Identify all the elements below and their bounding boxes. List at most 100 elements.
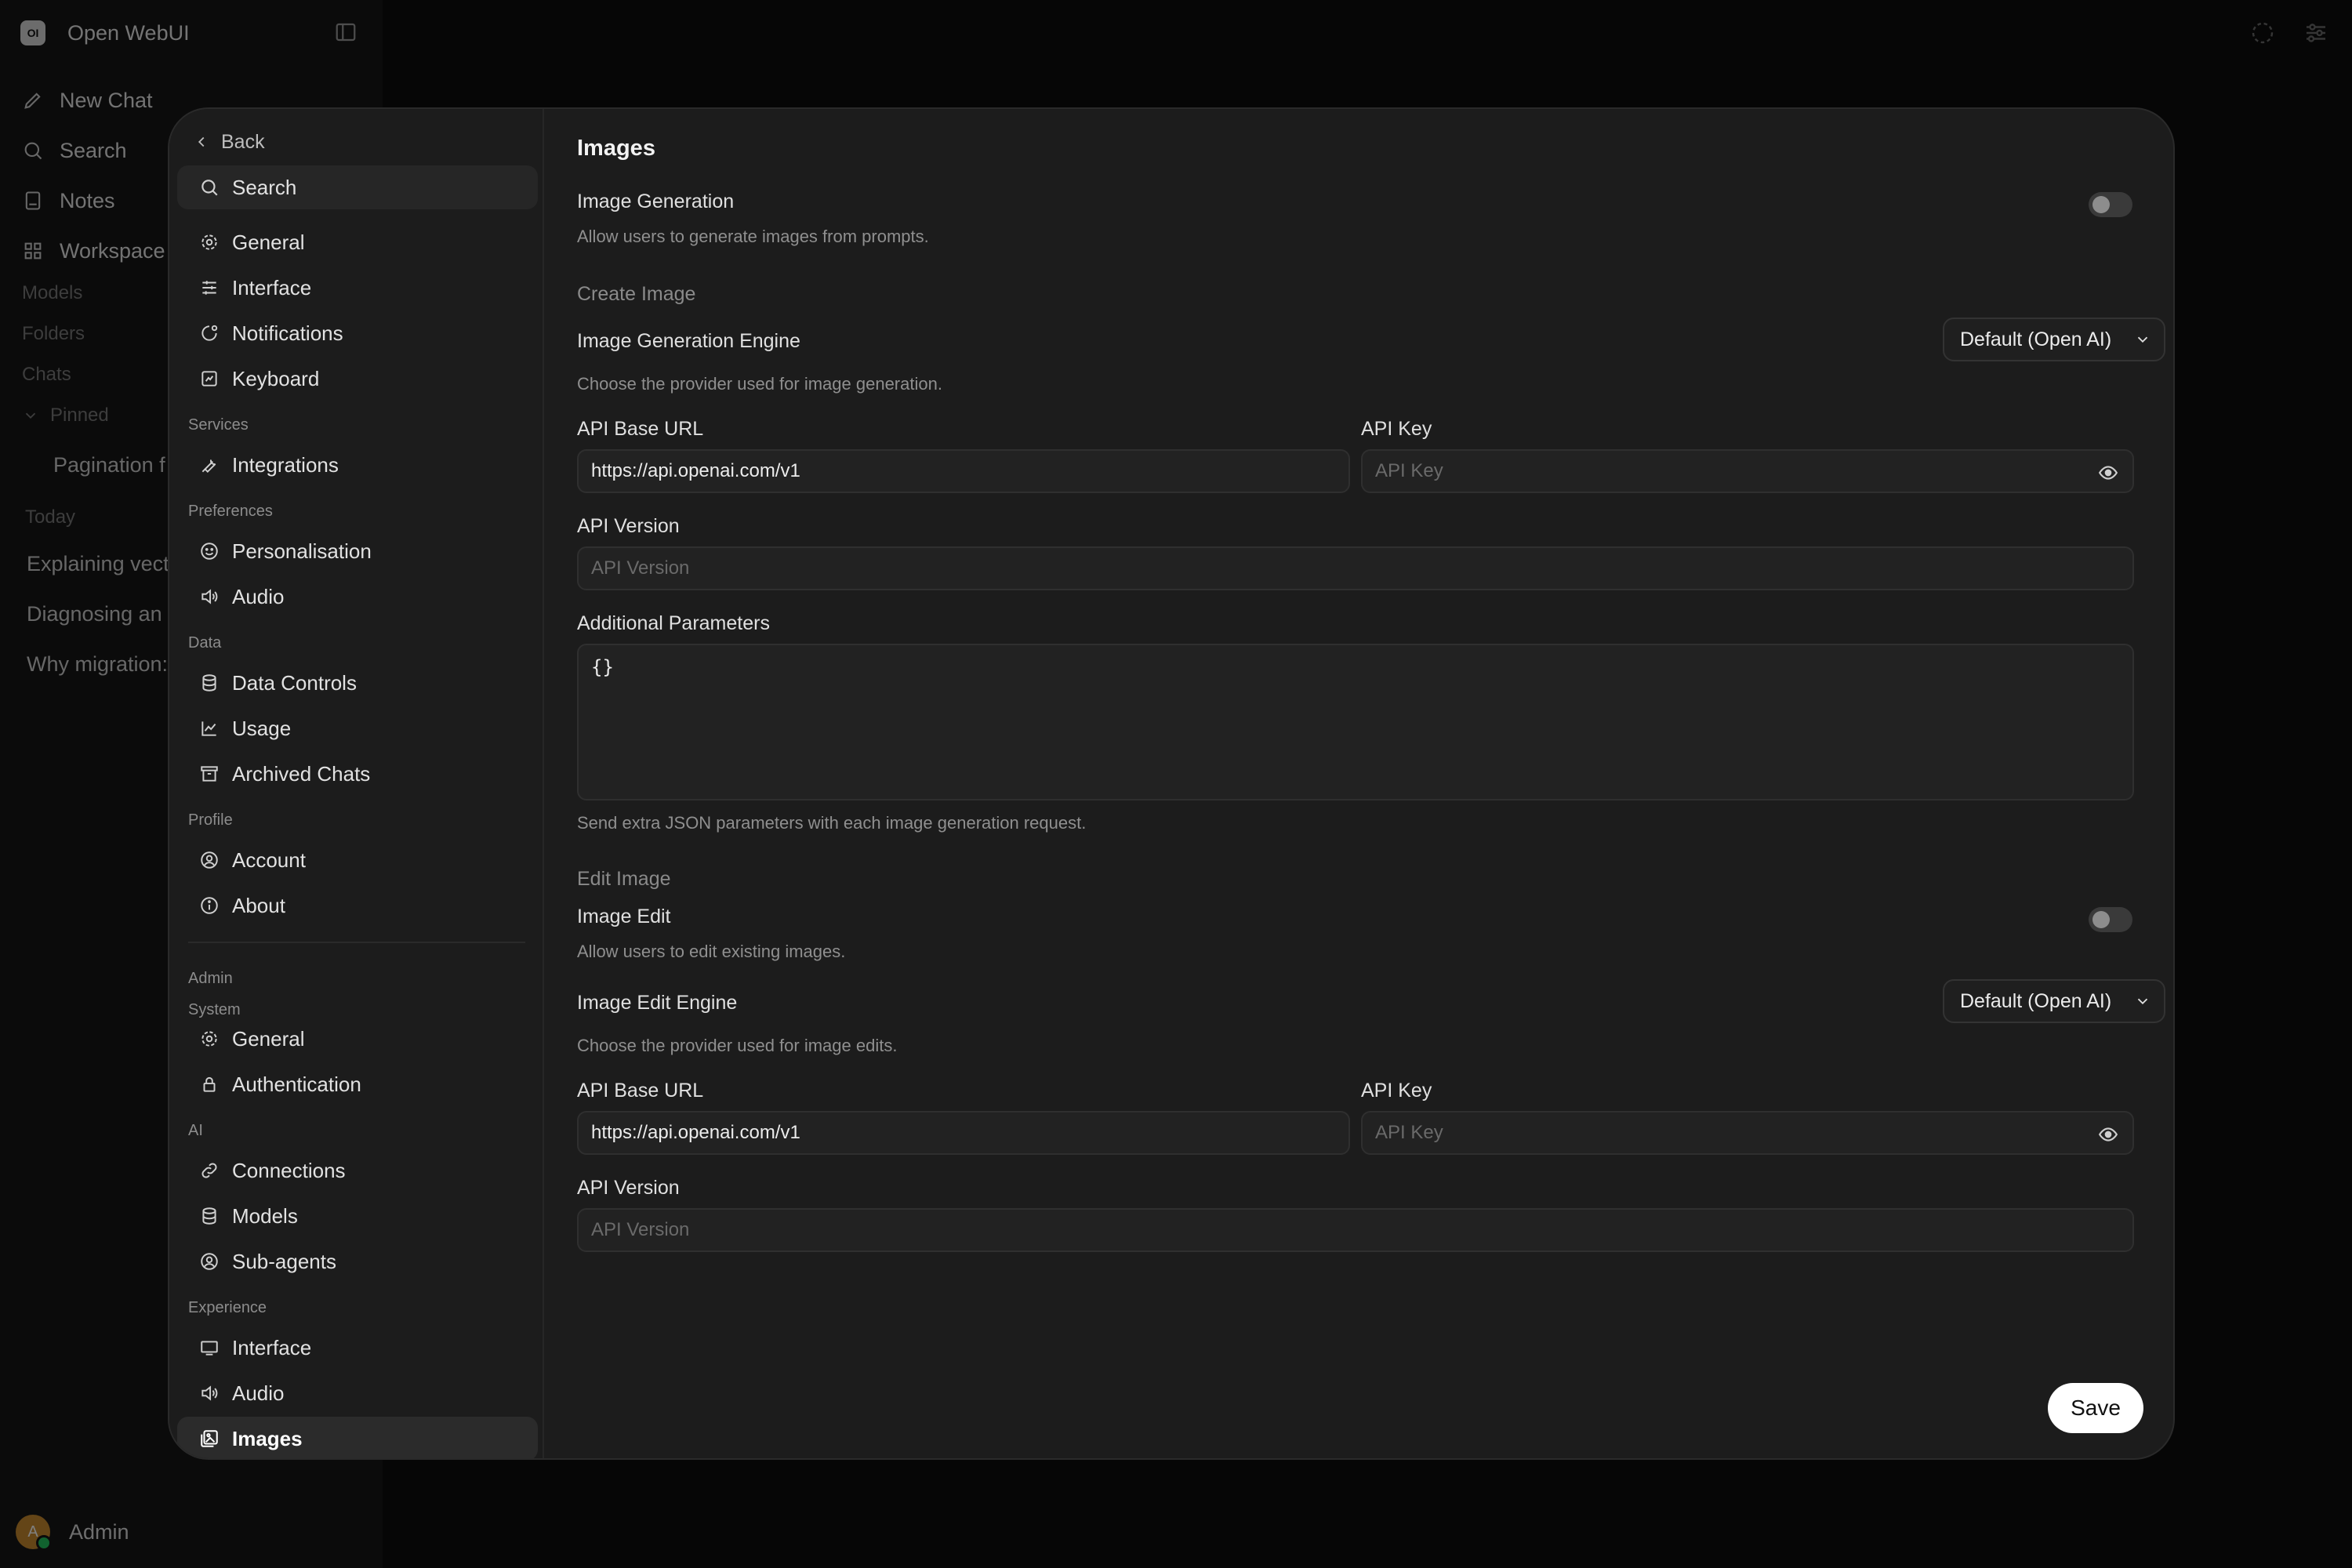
nav-item-general[interactable]: General: [177, 220, 538, 264]
edit-api-key-label: API Key: [1361, 1080, 1432, 1102]
nav-item-label: Account: [232, 848, 306, 872]
page-title: Images: [577, 136, 655, 161]
image-edit-toggle[interactable]: [2089, 907, 2132, 932]
images-settings-panel: Images Image Generation Allow users to g…: [544, 109, 2173, 1458]
image-generation-label: Image Generation: [577, 191, 735, 212]
gear-icon: [199, 232, 220, 252]
settings-nav: Back Search General Interface Notificati…: [169, 109, 544, 1458]
nav-item-label: Keyboard: [232, 366, 320, 390]
nav-item-usage[interactable]: Usage: [177, 706, 538, 750]
nav-group-ai: AI: [188, 1122, 203, 1139]
edit-image-section: Edit Image: [577, 868, 671, 890]
chevron-down-icon: [2134, 331, 2151, 348]
nav-item-label: Interface: [232, 275, 312, 299]
nav-item-label: General: [232, 1026, 305, 1051]
monitor-icon: [199, 1338, 220, 1358]
stack-icon: [199, 1206, 220, 1226]
nav-item-label: Integrations: [232, 452, 339, 477]
edit-api-version-input[interactable]: API Version: [577, 1208, 2134, 1252]
api-key-label: API Key: [1361, 418, 1432, 440]
nav-item-label: Connections: [232, 1158, 346, 1182]
image-generation-toggle[interactable]: [2089, 192, 2132, 217]
image-edit-hint: Allow users to edit existing images.: [577, 942, 846, 961]
nav-item-about[interactable]: About: [177, 884, 538, 927]
image-generation-hint: Allow users to generate images from prom…: [577, 227, 929, 246]
settings-search[interactable]: Search: [177, 165, 538, 209]
engine-select-value: Default (Open AI): [1960, 989, 2112, 1012]
nav-item-label: Interface: [232, 1335, 312, 1359]
info-icon: [199, 895, 220, 916]
nav-item-label: Audio: [232, 584, 285, 608]
gear-icon: [199, 1029, 220, 1049]
nav-item-label: Models: [232, 1203, 298, 1228]
edit-api-key-placeholder: API Key: [1375, 1122, 1443, 1143]
settings-search-label: Search: [232, 175, 297, 199]
back-label: Back: [221, 130, 265, 153]
back-button[interactable]: Back: [193, 125, 265, 159]
nav-group-experience: Experience: [188, 1299, 267, 1316]
nav-item-interface[interactable]: Interface: [177, 266, 538, 310]
image-icon: [199, 1428, 220, 1449]
archive-icon: [199, 764, 220, 784]
api-base-url-input[interactable]: https://api.openai.com/v1: [577, 449, 1350, 493]
api-key-placeholder: API Key: [1375, 460, 1443, 481]
nav-item-integrations[interactable]: Integrations: [177, 443, 538, 487]
nav-group-services: Services: [188, 416, 249, 434]
nav-item-exp-audio[interactable]: Audio: [177, 1371, 538, 1415]
toggle-knob: [2092, 196, 2110, 213]
api-version-input[interactable]: API Version: [577, 546, 2134, 590]
lock-icon: [199, 1074, 220, 1094]
keyboard-icon: [199, 368, 220, 389]
nav-item-images[interactable]: Images: [177, 1417, 538, 1458]
nav-divider: [188, 942, 525, 943]
image-edit-label: Image Edit: [577, 906, 671, 927]
nav-item-label: Archived Chats: [232, 761, 371, 786]
edit-api-key-input[interactable]: API Key: [1361, 1111, 2134, 1155]
user-circle-icon: [199, 1251, 220, 1272]
nav-item-label: Notifications: [232, 321, 343, 345]
additional-parameters-textarea[interactable]: {}: [577, 644, 2134, 800]
nav-item-exp-interface[interactable]: Interface: [177, 1326, 538, 1370]
database-icon: [199, 673, 220, 693]
nav-item-keyboard[interactable]: Keyboard: [177, 357, 538, 401]
nav-item-authentication[interactable]: Authentication: [177, 1062, 538, 1106]
image-generation-engine-label: Image Generation Engine: [577, 330, 800, 352]
nav-item-data-controls[interactable]: Data Controls: [177, 661, 538, 705]
nav-item-label: General: [232, 230, 305, 254]
additional-parameters-hint: Send extra JSON parameters with each ima…: [577, 813, 1087, 833]
nav-item-label: Data Controls: [232, 670, 357, 695]
nav-item-account[interactable]: Account: [177, 838, 538, 882]
eye-icon[interactable]: [2098, 1124, 2118, 1145]
smile-icon: [199, 541, 220, 561]
nav-item-models[interactable]: Models: [177, 1194, 538, 1238]
chart-line-icon: [199, 718, 220, 739]
nav-item-admin-general[interactable]: General: [177, 1017, 538, 1061]
api-key-input[interactable]: API Key: [1361, 449, 2134, 493]
additional-parameters-label: Additional Parameters: [577, 612, 770, 634]
create-image-section: Create Image: [577, 283, 696, 305]
nav-item-notifications[interactable]: Notifications: [177, 311, 538, 355]
eye-icon[interactable]: [2098, 463, 2118, 483]
chevron-down-icon: [2134, 993, 2151, 1010]
nav-group-preferences: Preferences: [188, 503, 273, 520]
save-button[interactable]: Save: [2048, 1383, 2143, 1433]
image-edit-engine-select[interactable]: Default (Open AI): [1943, 979, 2165, 1023]
nav-item-audio[interactable]: Audio: [177, 575, 538, 619]
user-circle-icon: [199, 850, 220, 870]
chevron-left-icon: [193, 133, 210, 151]
wrench-icon: [199, 455, 220, 475]
nav-item-archived-chats[interactable]: Archived Chats: [177, 752, 538, 796]
image-generation-engine-select[interactable]: Default (Open AI): [1943, 318, 2165, 361]
nav-item-personalisation[interactable]: Personalisation: [177, 529, 538, 573]
nav-item-connections[interactable]: Connections: [177, 1149, 538, 1192]
image-edit-engine-label: Image Edit Engine: [577, 992, 738, 1014]
speaker-icon: [199, 586, 220, 607]
edit-api-base-url-input[interactable]: https://api.openai.com/v1: [577, 1111, 1350, 1155]
nav-item-label: About: [232, 893, 285, 917]
toggle-knob: [2092, 911, 2110, 928]
settings-modal: Back Search General Interface Notificati…: [168, 107, 2175, 1460]
nav-item-sub-agents[interactable]: Sub-agents: [177, 1240, 538, 1283]
engine-select-value: Default (Open AI): [1960, 328, 2112, 350]
edit-api-version-label: API Version: [577, 1177, 680, 1199]
image-generation-engine-hint: Choose the provider used for image gener…: [577, 374, 942, 394]
